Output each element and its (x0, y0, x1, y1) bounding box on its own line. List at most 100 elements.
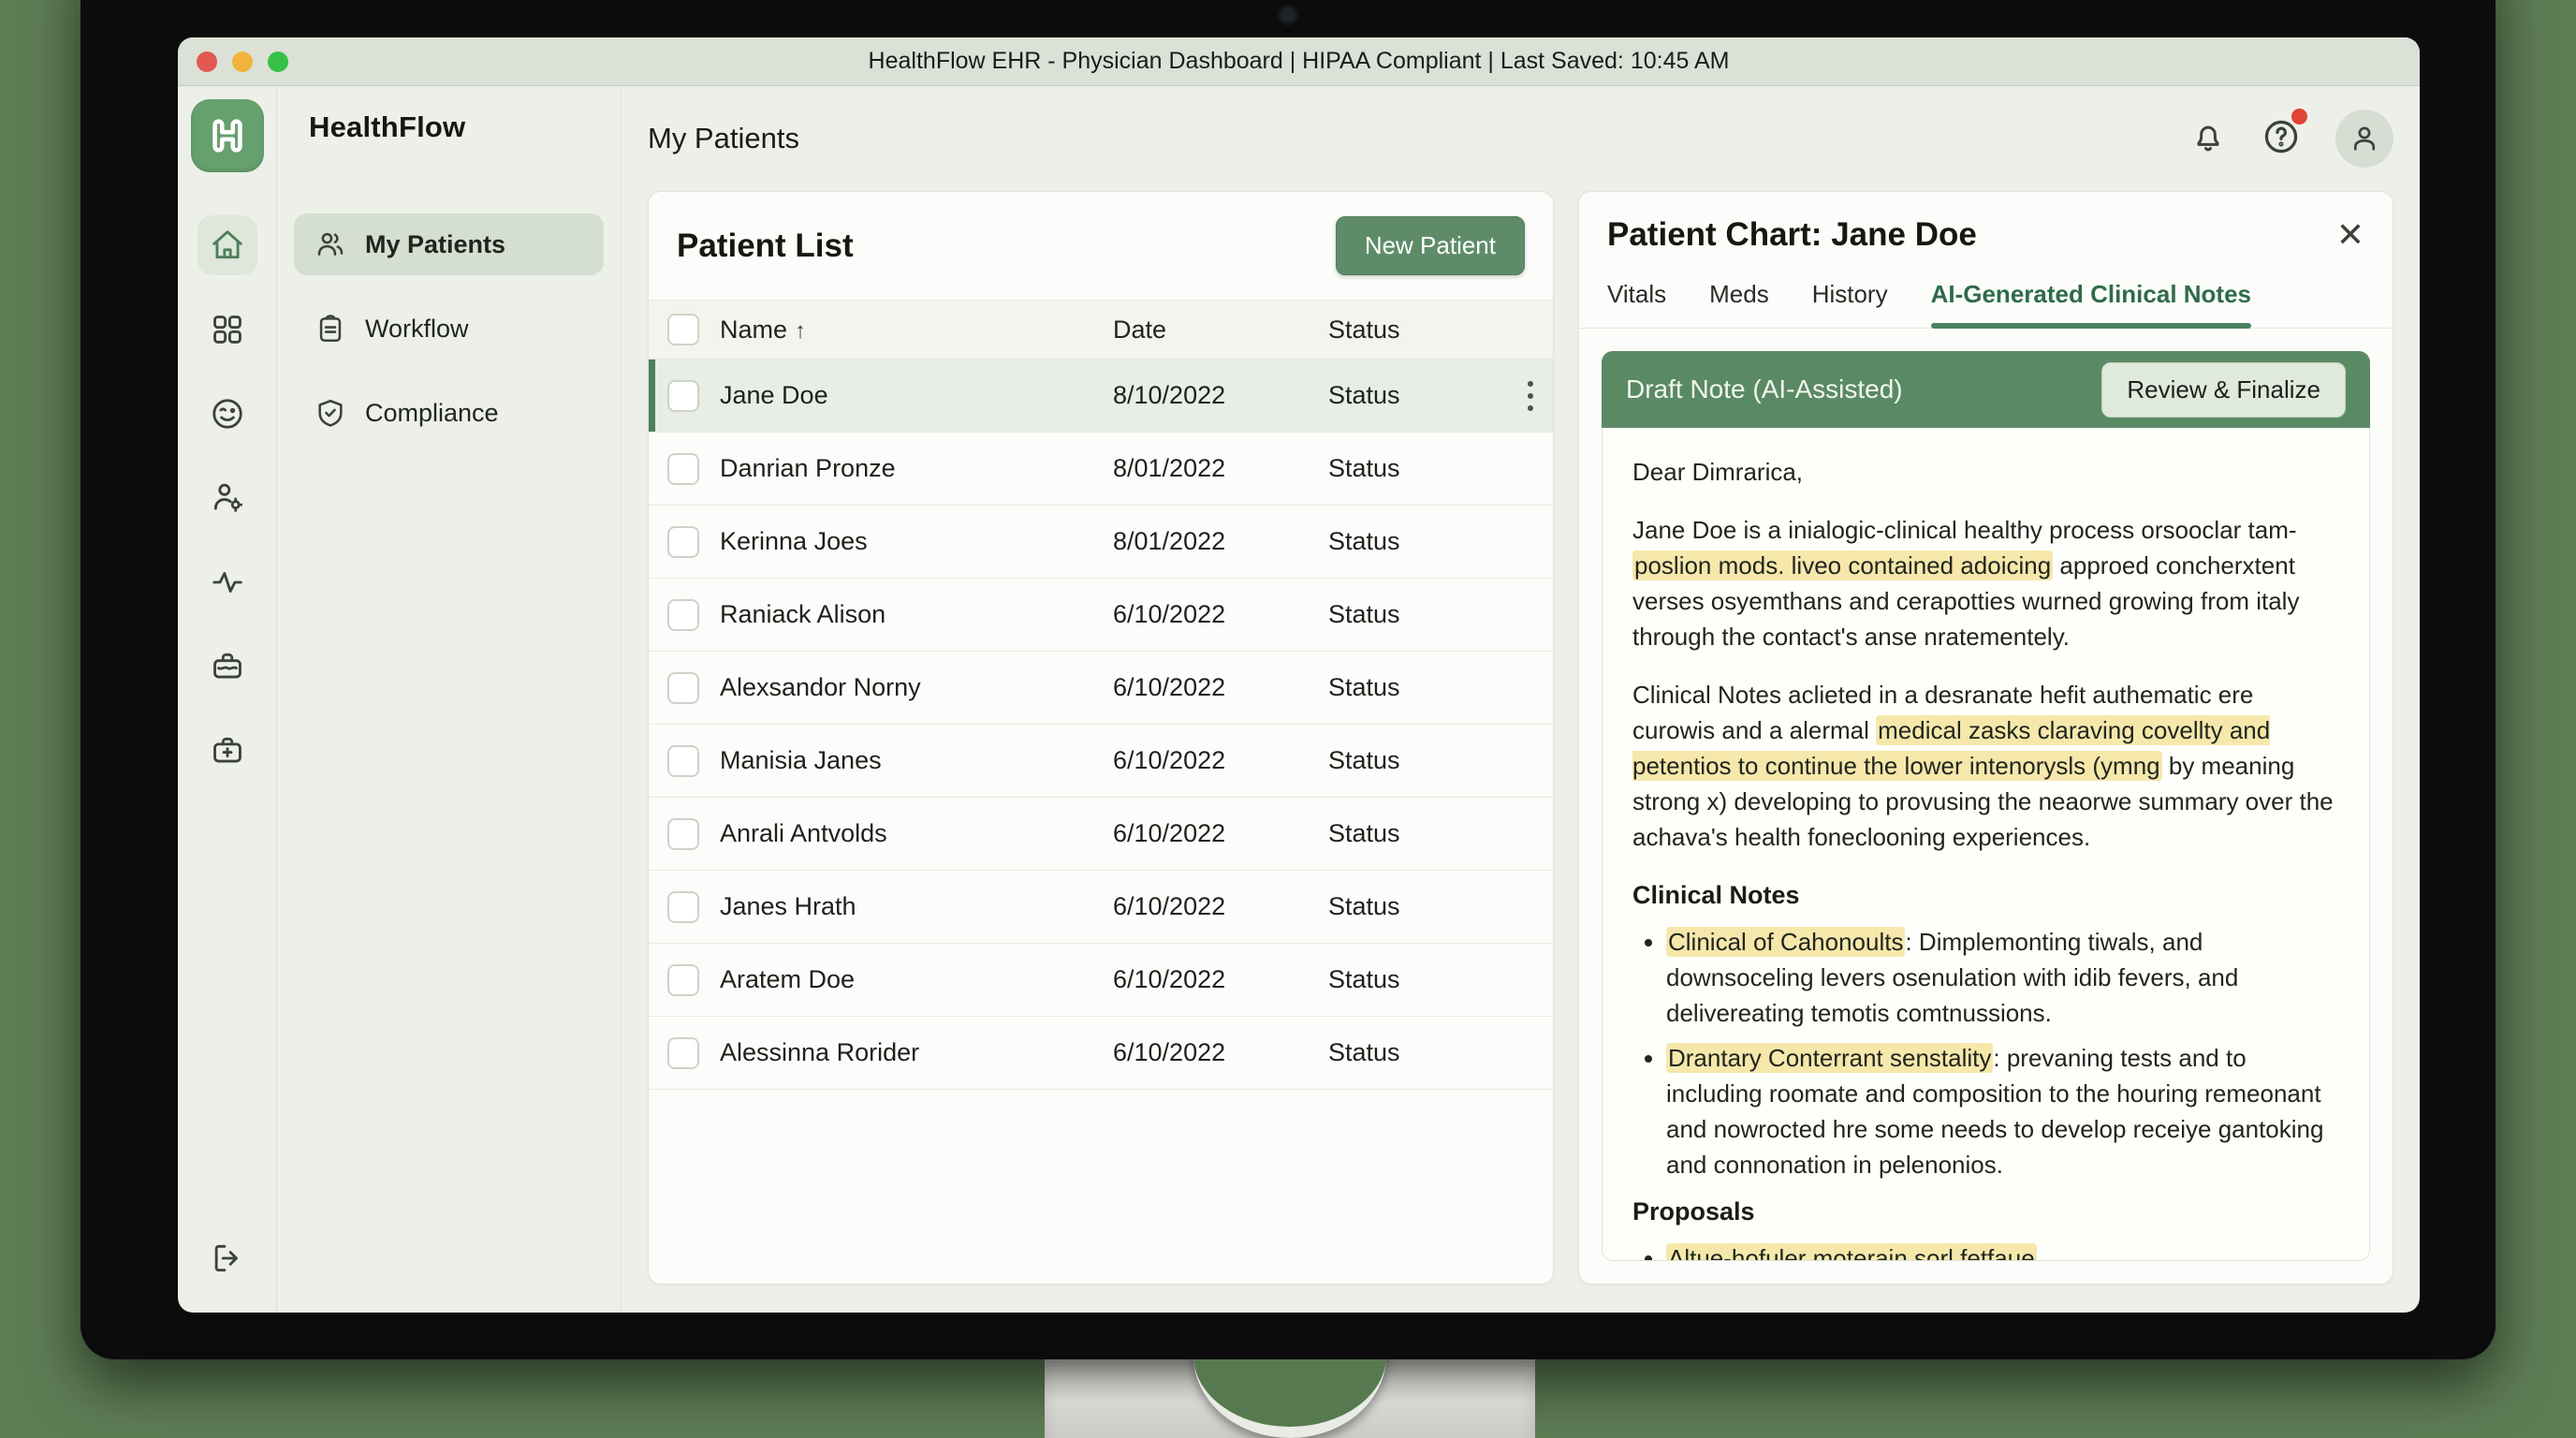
titlebar: HealthFlow EHR - Physician Dashboard | H… (178, 37, 2420, 86)
patient-date: 6/10/2022 (1113, 746, 1328, 775)
monitor-stand-hole (1193, 1359, 1386, 1438)
row-checkbox[interactable] (667, 380, 699, 412)
patient-date: 6/10/2022 (1113, 673, 1328, 702)
patient-chart-panel: Patient Chart: Jane Doe ✕ Vitals Meds Hi… (1578, 191, 2393, 1284)
brand-name: HealthFlow (309, 110, 604, 144)
patient-name: Danrian Pronze (720, 454, 1113, 483)
column-header-status[interactable]: Status (1328, 315, 1508, 345)
tab-vitals[interactable]: Vitals (1607, 267, 1666, 328)
main-area: My Patients (622, 86, 2420, 1313)
page-title: My Patients (648, 122, 799, 155)
healthflow-logo (191, 99, 264, 172)
draft-note-header: Draft Note (AI-Assisted) Review & Finali… (1602, 351, 2370, 428)
proposals-heading: Proposals (1632, 1194, 2339, 1229)
patient-name: Anrali Antvolds (720, 819, 1113, 848)
rail-stack (198, 215, 257, 781)
rail-grid-button[interactable] (198, 300, 257, 360)
table-row[interactable]: Anrali Antvolds 6/10/2022 Status (649, 798, 1553, 871)
select-all-checkbox[interactable] (667, 314, 699, 345)
column-header-date[interactable]: Date (1113, 315, 1328, 345)
activity-icon (210, 565, 245, 600)
proposals-list: Altue-hofuler moterain sorl fetfaue (1632, 1240, 2339, 1261)
stage: HealthFlow EHR - Physician Dashboard | H… (0, 0, 2576, 1438)
notifications-button[interactable] (2189, 118, 2227, 160)
patient-name: Janes Hrath (720, 892, 1113, 921)
row-checkbox[interactable] (667, 818, 699, 850)
highlighted-text: Clinical of Cahonoults (1666, 927, 1905, 957)
patient-name: Aratem Doe (720, 965, 1113, 994)
draft-note-body[interactable]: Dear Dimrarica, Jane Doe is a inialogic-… (1602, 428, 2370, 1261)
table-row[interactable]: Aratem Doe 6/10/2022 Status (649, 944, 1553, 1017)
draft-note-title: Draft Note (AI-Assisted) (1626, 374, 1903, 404)
nav-sidebar: HealthFlow My Patients Workflow Complian… (277, 86, 622, 1313)
close-panel-button[interactable]: ✕ (2336, 218, 2364, 252)
patient-status: Status (1328, 381, 1508, 410)
row-menu-button[interactable] (1508, 381, 1553, 411)
note-salutation: Dear Dimrarica, (1632, 454, 2339, 490)
sidebar-item-compliance[interactable]: Compliance (294, 382, 604, 444)
logout-icon (210, 1240, 245, 1276)
column-header-name[interactable]: Name↑ (720, 315, 1113, 345)
profile-button[interactable] (2335, 110, 2393, 168)
titlebar-text: HealthFlow EHR - Physician Dashboard | H… (178, 48, 2420, 75)
chart-tabs: Vitals Meds History AI-Generated Clinica… (1579, 267, 2393, 329)
sidebar-item-my-patients[interactable]: My Patients (294, 213, 604, 275)
sidebar-item-label: My Patients (365, 230, 505, 259)
rail-user-settings-button[interactable] (198, 468, 257, 528)
patient-status: Status (1328, 527, 1508, 556)
table-row[interactable]: Alessinna Rorider 6/10/2022 Status (649, 1017, 1553, 1090)
row-checkbox[interactable] (667, 599, 699, 631)
rail-briefcase-button[interactable] (198, 637, 257, 697)
main-header: My Patients (648, 86, 2393, 191)
table-row[interactable]: Raniack Alison 6/10/2022 Status (649, 579, 1553, 652)
patient-date: 8/01/2022 (1113, 527, 1328, 556)
patient-name: Manisia Janes (720, 746, 1113, 775)
notification-dot (2291, 109, 2307, 125)
highlighted-text: poslion mods. liveo contained adoicing (1632, 550, 2053, 580)
patient-list-title: Patient List (677, 227, 854, 265)
table-row[interactable]: Kerinna Joes 8/01/2022 Status (649, 506, 1553, 579)
review-finalize-button[interactable]: Review & Finalize (2101, 362, 2346, 418)
row-checkbox[interactable] (667, 964, 699, 996)
icon-rail (178, 86, 277, 1313)
row-checkbox[interactable] (667, 672, 699, 704)
sidebar-item-workflow[interactable]: Workflow (294, 298, 604, 360)
row-checkbox[interactable] (667, 891, 699, 923)
patient-chart-title: Patient Chart: Jane Doe (1607, 216, 1977, 254)
patient-date: 6/10/2022 (1113, 600, 1328, 629)
rail-medkit-button[interactable] (198, 721, 257, 781)
patient-status: Status (1328, 673, 1508, 702)
clipboard-icon (315, 313, 346, 345)
table-row[interactable]: Janes Hrath 6/10/2022 Status (649, 871, 1553, 944)
rail-home-button[interactable] (198, 215, 257, 275)
draft-note-card: Draft Note (AI-Assisted) Review & Finali… (1602, 351, 2370, 1261)
tab-meds[interactable]: Meds (1709, 267, 1769, 328)
highlighted-text: Drantary Conterrant senstality (1666, 1043, 1993, 1073)
row-checkbox[interactable] (667, 1037, 699, 1069)
rail-logout-button[interactable] (198, 1228, 257, 1288)
row-checkbox[interactable] (667, 526, 699, 558)
clinical-notes-heading: Clinical Notes (1632, 877, 2339, 913)
tab-ai-clinical-notes[interactable]: AI-Generated Clinical Notes (1931, 267, 2251, 328)
table-row[interactable]: Danrian Pronze 8/01/2022 Status (649, 433, 1553, 506)
nav-list: My Patients Workflow Compliance (294, 213, 604, 444)
webcam-dot (1279, 6, 1297, 24)
row-checkbox[interactable] (667, 453, 699, 485)
table-row[interactable]: Manisia Janes 6/10/2022 Status (649, 725, 1553, 798)
table-row[interactable]: Jane Doe 8/10/2022 Status (649, 360, 1553, 433)
table-row[interactable]: Alexsandor Norny 6/10/2022 Status (649, 652, 1553, 725)
bell-icon (2189, 118, 2227, 155)
patient-date: 6/10/2022 (1113, 1038, 1328, 1067)
patient-status: Status (1328, 965, 1508, 994)
new-patient-button[interactable]: New Patient (1336, 216, 1525, 275)
smiley-icon (210, 396, 245, 432)
note-bullet: Altue-hofuler moterain sorl fetfaue (1666, 1240, 2339, 1261)
patient-status: Status (1328, 892, 1508, 921)
home-icon (210, 227, 245, 263)
row-checkbox[interactable] (667, 745, 699, 777)
tab-history[interactable]: History (1812, 267, 1888, 328)
rail-activity-button[interactable] (198, 552, 257, 612)
rail-smiley-button[interactable] (198, 384, 257, 444)
note-paragraph-2: Clinical Notes aclieted in a desranate h… (1632, 677, 2339, 855)
help-button[interactable] (2261, 116, 2302, 162)
